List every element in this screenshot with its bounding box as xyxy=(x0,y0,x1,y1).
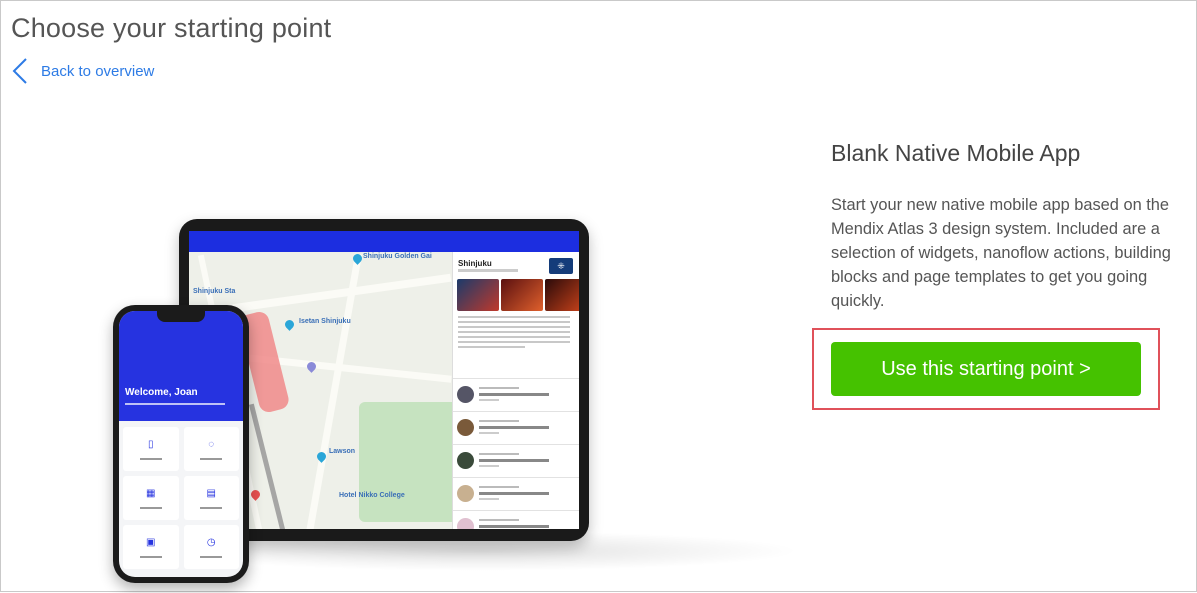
phone-welcome-text: Welcome, Joan xyxy=(125,387,198,398)
panel-title: Shinjuku xyxy=(458,259,492,268)
photo-icon: ▣ xyxy=(146,537,156,548)
map-label: Shinjuku Sta xyxy=(193,288,236,295)
map-label: Hotel Nikko College xyxy=(339,492,405,499)
map-label: Lawson xyxy=(329,448,356,455)
template-title: Blank Native Mobile App xyxy=(831,140,1081,166)
phone-mockup: Welcome, Joan ▯ ◌ ▦ ▤ ▣ ◷ xyxy=(113,305,249,583)
location-panel: Shinjuku ⁜ xyxy=(452,252,579,529)
map-icon: ▦ xyxy=(146,488,156,499)
use-starting-point-button[interactable]: Use this starting point > xyxy=(831,342,1141,396)
grid-icon: ⁜ xyxy=(549,258,573,274)
back-link-label: Back to overview xyxy=(41,62,155,80)
template-preview-image: Shinjuku Golden Gai Isetan Shinjuku Shin… xyxy=(101,201,801,593)
back-to-overview-link[interactable]: Back to overview xyxy=(9,57,154,85)
chat-icon: ◌ xyxy=(208,439,215,450)
chevron-left-icon xyxy=(9,57,31,85)
page-title: Choose your starting point xyxy=(11,13,332,43)
alarm-icon: ◷ xyxy=(206,537,216,548)
map-label: Isetan Shinjuku xyxy=(299,318,351,325)
book-icon: ▯ xyxy=(147,439,154,450)
template-description: Start your new native mobile app based o… xyxy=(831,196,1171,310)
calendar-icon: ▤ xyxy=(206,488,216,499)
map-label: Shinjuku Golden Gai xyxy=(363,253,432,260)
